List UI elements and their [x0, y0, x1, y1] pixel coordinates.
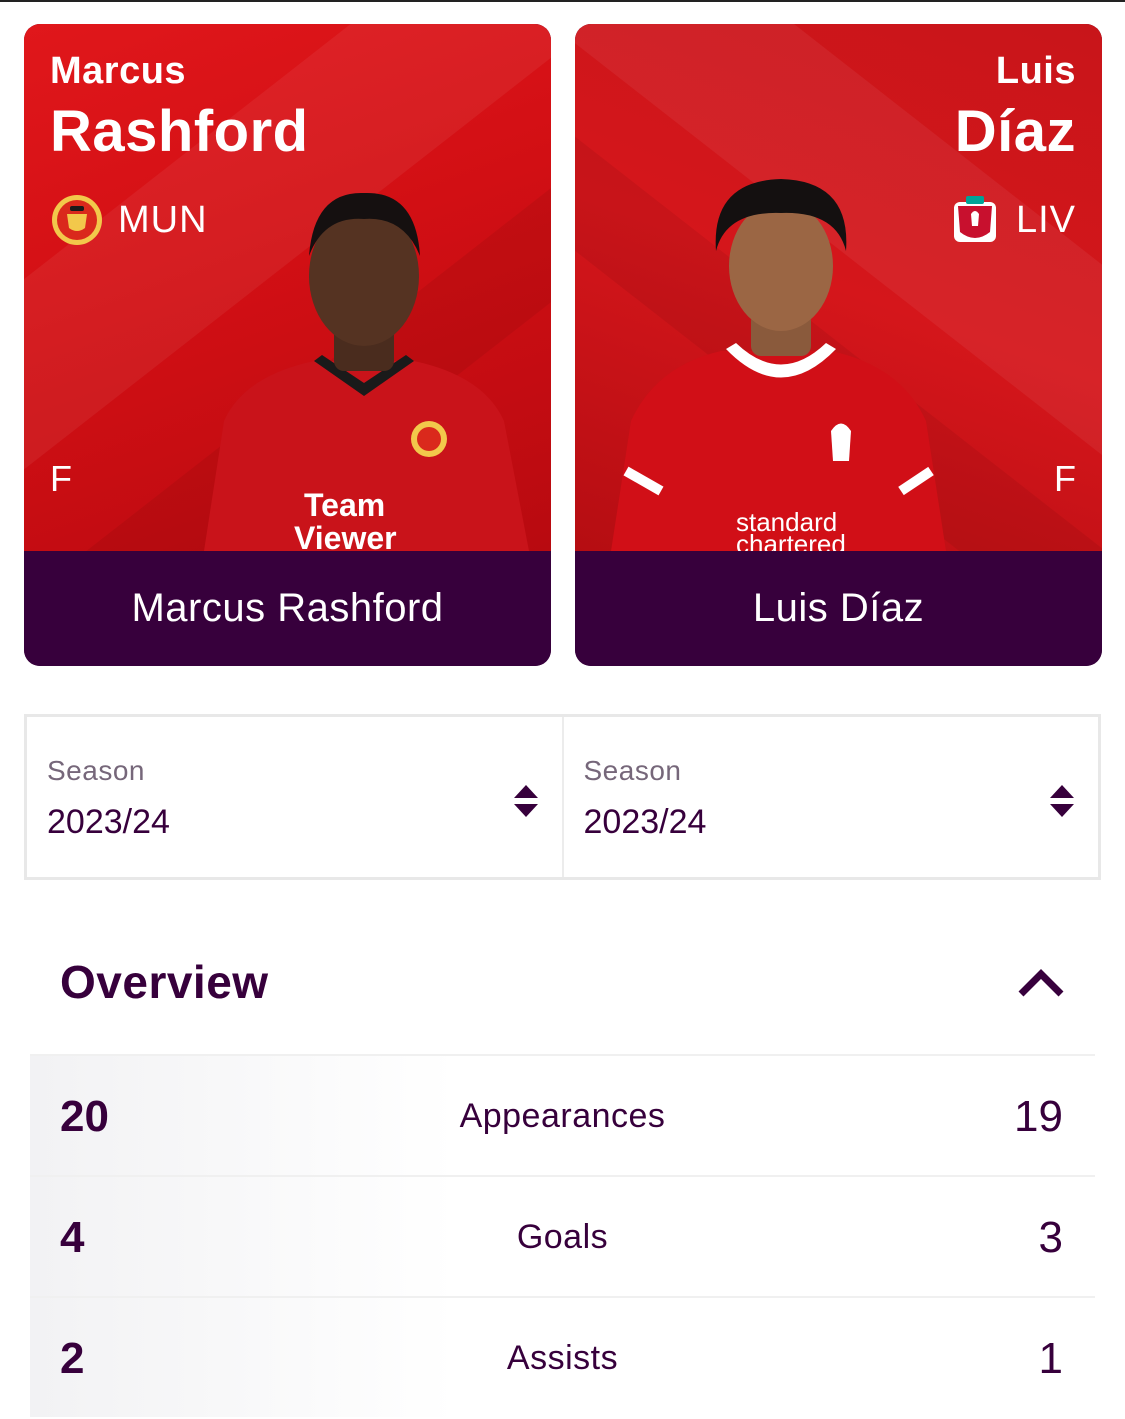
sort-arrows-icon[interactable] — [1048, 783, 1076, 819]
stat-label: Appearances — [459, 1097, 666, 1135]
stat-value-right: 3 — [1038, 1213, 1063, 1262]
stat-row: 4 Goals 3 — [30, 1175, 1095, 1296]
player-first-name: Luis — [995, 50, 1076, 92]
season-label: Season — [47, 755, 145, 786]
stats-table: 20 Appearances 19 4 Goals 3 2 Assists 1 — [30, 1054, 1095, 1417]
season-select-right[interactable]: Season 2023/24 — [561, 717, 1099, 877]
season-value: 2023/24 — [47, 803, 170, 841]
player-photo: Team Viewer — [204, 192, 529, 551]
section-title: Overview — [60, 956, 269, 1008]
top-divider — [0, 0, 1125, 2]
player-position: F — [1054, 458, 1076, 499]
season-selector-group: Season 2023/24 Season 2023/24 — [24, 714, 1101, 880]
chevron-up-icon[interactable] — [1017, 966, 1065, 998]
player-last-name: Rashford — [50, 99, 309, 164]
player-card-right[interactable]: standard chartered Luis Díaz LIV F Luis … — [575, 24, 1102, 666]
sort-arrows-icon[interactable] — [512, 783, 540, 819]
player-card-hero: standard chartered Luis Díaz LIV F — [575, 24, 1102, 551]
season-select-left[interactable]: Season 2023/24 — [27, 717, 562, 877]
stat-label: Assists — [506, 1339, 619, 1377]
season-value: 2023/24 — [583, 803, 707, 841]
player-position: F — [50, 458, 72, 499]
player-card-left[interactable]: Team Viewer Marcus Rashford MUN F Marcus… — [24, 24, 551, 666]
player-last-name: Díaz — [954, 99, 1076, 164]
svg-text:chartered: chartered — [736, 529, 846, 551]
club-abbreviation: LIV — [1015, 198, 1076, 241]
overview-section-toggle[interactable]: Overview — [30, 932, 1095, 1032]
stat-value-right: 19 — [1014, 1092, 1063, 1141]
player-name-bar: Luis Díaz — [575, 551, 1102, 666]
stat-row: 20 Appearances 19 — [30, 1054, 1095, 1175]
svg-text:Viewer: Viewer — [294, 520, 397, 551]
svg-text:Team: Team — [304, 487, 385, 523]
player-name-bar: Marcus Rashford — [24, 551, 551, 666]
club-row: LIV — [948, 192, 1076, 248]
player-card-hero: Team Viewer Marcus Rashford MUN F — [24, 24, 551, 551]
liverpool-crest-icon — [953, 196, 996, 242]
club-row: MUN — [50, 192, 208, 248]
club-abbreviation: MUN — [118, 198, 208, 241]
stat-value-right: 1 — [1038, 1334, 1063, 1383]
season-label: Season — [583, 755, 682, 786]
stat-label: Goals — [516, 1218, 609, 1256]
player-photo: standard chartered — [611, 179, 946, 551]
man-utd-crest-icon — [52, 195, 102, 245]
player-first-name: Marcus — [50, 50, 187, 92]
stat-row: 2 Assists 1 — [30, 1296, 1095, 1417]
